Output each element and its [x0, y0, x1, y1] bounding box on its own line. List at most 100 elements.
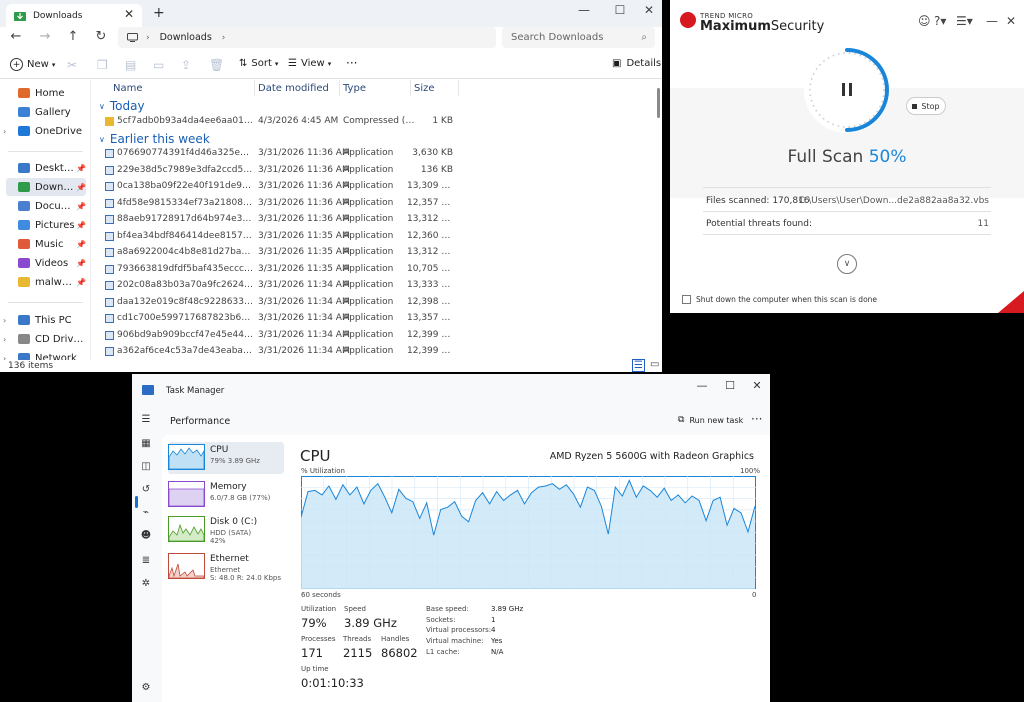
- application-icon: [105, 231, 114, 241]
- table-row[interactable]: a8a6922004c4b8e81d27baedbedb0e5a691... 3/…: [97, 245, 567, 261]
- vertical-scrollbar[interactable]: [657, 88, 660, 118]
- details-icon[interactable]: ≣: [140, 555, 152, 567]
- details-view-icon[interactable]: ☰: [632, 359, 645, 372]
- delete-icon[interactable]: 🗑: [209, 58, 224, 72]
- table-row[interactable]: 793663819dfdf5baf435ecccd2a4110953cf... 3…: [97, 262, 567, 278]
- table-row[interactable]: bf4ea34bdf846414dee8157953eff4571a35... 3…: [97, 229, 567, 245]
- minimize-icon[interactable]: —: [572, 3, 596, 17]
- table-row[interactable]: 5cf7adb0b93a4da4ee6aa01eef351cf38a5b... 4…: [97, 114, 567, 130]
- hamburger-menu-icon[interactable]: ☰: [140, 414, 152, 426]
- shutdown-checkbox[interactable]: [682, 295, 691, 304]
- table-row[interactable]: cd1c700e599717687823b6471ffcb0c74b2a... 3…: [97, 311, 567, 327]
- close-window-icon[interactable]: ✕: [637, 3, 661, 17]
- tab-downloads[interactable]: Downloads ✕: [6, 4, 142, 27]
- chevron-right-icon[interactable]: ›: [3, 316, 6, 325]
- table-row[interactable]: 0ca138ba09f22e40f191de9dec95229252f5... 3…: [97, 179, 567, 195]
- performance-icon[interactable]: ◫: [140, 461, 152, 473]
- chevron-right-icon[interactable]: ›: [3, 354, 6, 361]
- share-icon[interactable]: ⇪: [181, 58, 191, 72]
- group-header-earlier-this-week[interactable]: ∨ Earlier this week: [99, 132, 210, 146]
- refresh-icon[interactable]: ↻: [92, 29, 110, 44]
- more-options-button[interactable]: ···: [346, 56, 357, 70]
- column-header-name[interactable]: Name: [113, 83, 143, 94]
- minimize-icon[interactable]: —: [986, 14, 998, 28]
- sidebar-item-home[interactable]: Home: [6, 84, 86, 102]
- sidebar-item-documents[interactable]: Documents📌: [6, 197, 86, 215]
- spec-label: Base speed:: [426, 605, 469, 613]
- sidebar-item-pictures[interactable]: Pictures 📌: [6, 216, 86, 234]
- new-tab-icon[interactable]: +: [153, 5, 165, 21]
- sidebar-item-network[interactable]: › Network: [3, 349, 86, 361]
- stop-button[interactable]: Stop: [906, 97, 946, 115]
- copy-icon[interactable]: ❐: [97, 58, 108, 72]
- paste-icon[interactable]: ▤: [125, 58, 136, 72]
- address-bar[interactable]: › Downloads ›: [118, 27, 496, 48]
- table-row[interactable]: daa132e019c8f48c9228633520c9d5d16814... 3…: [97, 295, 567, 311]
- shutdown-checkbox-row[interactable]: Shut down the computer when this scan is…: [682, 295, 877, 304]
- address-segment-downloads[interactable]: Downloads: [160, 32, 212, 43]
- app-history-icon[interactable]: ↺: [140, 484, 152, 496]
- chevron-right-icon[interactable]: ›: [3, 127, 6, 136]
- sidebar-item-cd-drive-d-vir[interactable]: › CD Drive (D:) Vir: [3, 330, 86, 348]
- users-icon[interactable]: ☻: [140, 530, 152, 542]
- view-button[interactable]: ☰ View ▾: [288, 58, 331, 69]
- table-row[interactable]: 229e38d5c7989e3dfa2ccd5b3a4ea9412ec... 3/…: [97, 163, 567, 179]
- resource-card-cpu[interactable]: CPU 79% 3.89 GHz: [168, 442, 284, 474]
- rename-icon[interactable]: ▭: [153, 58, 164, 72]
- table-row[interactable]: 202c08a83b03a70a9fc262427e3341695c98... 3…: [97, 278, 567, 294]
- menu-icon[interactable]: ☰▾: [956, 14, 973, 28]
- maximize-icon[interactable]: ☐: [720, 379, 740, 392]
- column-divider[interactable]: [254, 80, 255, 96]
- expand-details-button[interactable]: ∨: [837, 254, 857, 274]
- sidebar-item-desktop[interactable]: Desktop 📌: [6, 159, 86, 177]
- column-header-date[interactable]: Date modified: [258, 83, 329, 94]
- table-row[interactable]: 4fd58e9815334ef73a21808d316c0929128b... 3…: [97, 196, 567, 212]
- startup-apps-icon[interactable]: ⌁: [140, 507, 152, 519]
- maximize-icon[interactable]: ☐: [608, 3, 632, 17]
- services-icon[interactable]: ✲: [140, 578, 152, 590]
- sidebar-item-music[interactable]: Music 📌: [6, 235, 86, 253]
- sort-button[interactable]: ⇅ Sort ▾: [239, 58, 278, 69]
- search-input[interactable]: Search Downloads ⌕: [502, 27, 655, 48]
- table-row[interactable]: 88aeb91728917d64b974e3d804aafbac7e0... 3/…: [97, 212, 567, 228]
- close-tab-icon[interactable]: ✕: [124, 7, 134, 21]
- sidebar-item-videos[interactable]: Videos 📌: [6, 254, 86, 272]
- resource-card-disk-0-c[interactable]: Disk 0 (C:) HDD (SATA) 42%: [168, 514, 284, 546]
- cut-icon[interactable]: ✂: [67, 58, 77, 72]
- up-arrow-icon[interactable]: ↑: [64, 29, 82, 44]
- account-icon[interactable]: ☺: [918, 14, 931, 28]
- sidebar-item-this-pc[interactable]: › This PC: [3, 311, 86, 329]
- tiles-view-icon[interactable]: ▭: [650, 359, 659, 372]
- table-row[interactable]: 906bd9ab909bccf47e45e445368df2aa1504... 3…: [97, 328, 567, 344]
- sidebar-item-onedrive[interactable]: › OneDrive: [3, 122, 86, 140]
- more-options-button[interactable]: ···: [751, 412, 762, 426]
- sidebar-item-downloads[interactable]: Downloads📌: [6, 178, 86, 196]
- sidebar-item-malware[interactable]: malware 📌: [6, 273, 86, 291]
- details-button[interactable]: ▣ Details: [612, 58, 661, 69]
- view-toggle: ☰ ▭: [632, 359, 659, 372]
- help-icon[interactable]: ?▾: [934, 14, 946, 28]
- file-size: 13,333 KB: [407, 280, 453, 290]
- minimize-icon[interactable]: —: [692, 379, 712, 392]
- settings-gear-icon[interactable]: ⚙: [140, 682, 152, 694]
- resource-card-memory[interactable]: Memory 6.0/7.8 GB (77%): [168, 479, 284, 511]
- column-divider[interactable]: [410, 80, 411, 96]
- table-row[interactable]: a362af6ce4c53a7de43eabacc90ef5a7ee49... 3…: [97, 344, 567, 360]
- resource-card-ethernet[interactable]: Ethernet Ethernet S: 48.0 R: 24.0 Kbps: [168, 551, 284, 583]
- column-header-size[interactable]: Size: [414, 83, 435, 94]
- processes-icon[interactable]: ▦: [140, 438, 152, 450]
- folder-icon: [18, 201, 30, 211]
- new-button[interactable]: + New ▾: [10, 58, 55, 71]
- table-row[interactable]: 076690774391f4d46a325e97df0a60b8dff8... 3…: [97, 146, 567, 162]
- forward-arrow-icon[interactable]: →: [36, 29, 54, 44]
- back-arrow-icon[interactable]: ←: [7, 29, 25, 44]
- column-header-type[interactable]: Type: [343, 83, 366, 94]
- sidebar-item-gallery[interactable]: Gallery: [6, 103, 86, 121]
- column-divider[interactable]: [458, 80, 459, 96]
- close-icon[interactable]: ✕: [1006, 14, 1016, 28]
- close-window-icon[interactable]: ✕: [747, 379, 767, 392]
- chevron-right-icon[interactable]: ›: [3, 335, 6, 344]
- group-header-today[interactable]: ∨ Today: [99, 99, 145, 113]
- run-new-task-button[interactable]: ⧉ Run new task: [678, 415, 743, 425]
- column-divider[interactable]: [339, 80, 340, 96]
